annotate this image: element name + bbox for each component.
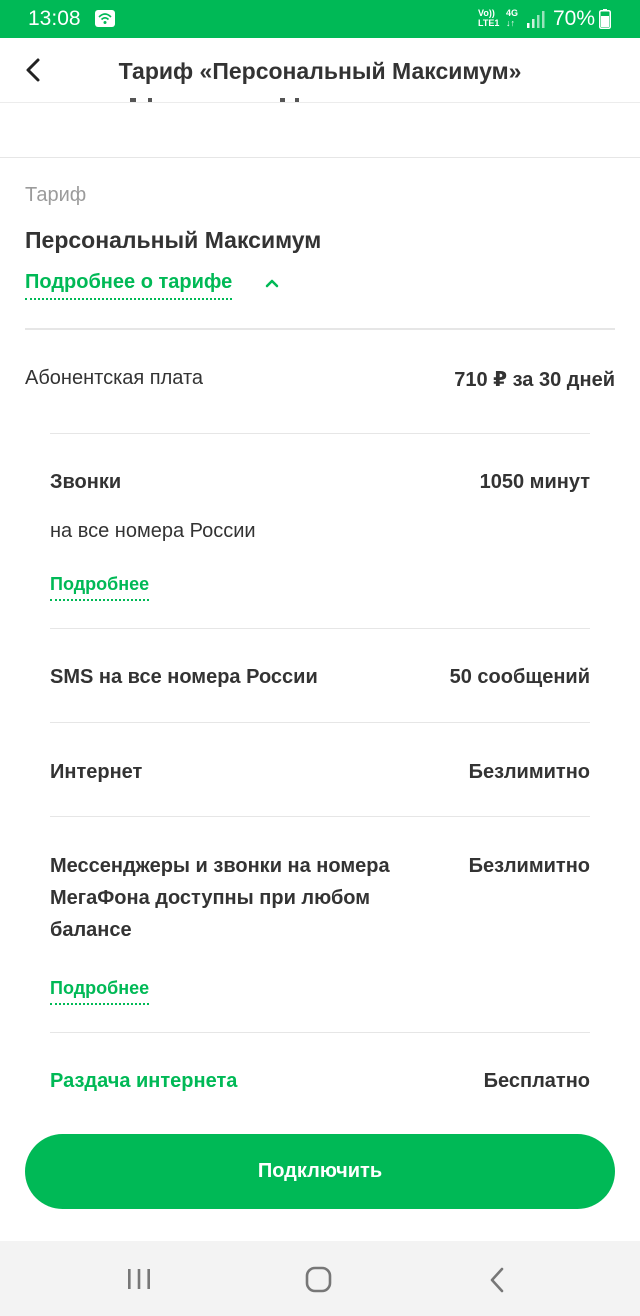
calls-value: 1050 минут <box>479 471 590 493</box>
home-icon[interactable] <box>305 1266 332 1293</box>
lte-label: LTE1 <box>478 18 500 28</box>
scrolled-text-fragment <box>130 98 299 102</box>
messengers-details-link[interactable]: Подробнее <box>50 978 150 1005</box>
subscription-fee-value: 710 ₽ за 30 дней <box>454 369 615 391</box>
divider <box>50 816 590 817</box>
section-divider <box>0 157 640 158</box>
sms-label: SMS на все номера России <box>50 666 318 688</box>
connect-button[interactable]: Подключить <box>25 1134 615 1209</box>
page-title: Тариф «Персональный Максимум» <box>118 58 522 84</box>
system-nav-bar <box>0 1241 640 1316</box>
messengers-label: Мессенджеры и звонки на номера МегаФона … <box>50 855 390 941</box>
calls-label: Звонки <box>50 471 122 493</box>
data-arrows-icon: ↓↑ <box>506 18 515 28</box>
nav-back-icon[interactable] <box>488 1266 506 1294</box>
divider <box>50 433 590 434</box>
calls-details-link[interactable]: Подробнее <box>50 574 150 601</box>
divider <box>25 328 615 330</box>
wifi-icon <box>95 10 115 27</box>
messengers-value: Безлимитно <box>468 855 590 877</box>
tariff-name: Персональный Максимум <box>25 227 322 253</box>
internet-sharing-label[interactable]: Раздача интернета <box>50 1065 237 1097</box>
network-type: 4G ↓↑ <box>506 8 518 28</box>
calls-subtitle: на все номера России <box>50 520 256 542</box>
divider <box>50 628 590 629</box>
recent-apps-icon[interactable] <box>126 1268 152 1290</box>
battery-icon <box>599 9 611 29</box>
chevron-up-icon[interactable] <box>264 276 280 290</box>
internet-sharing-value: Бесплатно <box>483 1070 590 1092</box>
network-indicator: Vo)) LTE1 <box>478 8 499 28</box>
signal-icon <box>527 11 545 28</box>
battery-percent: 70% <box>553 7 596 30</box>
sms-value: 50 сообщений <box>449 666 590 688</box>
internet-label: Интернет <box>50 761 143 783</box>
status-time: 13:08 <box>28 7 81 30</box>
divider <box>50 1032 590 1033</box>
status-bar: 13:08 Vo)) LTE1 4G ↓↑ 70% <box>0 0 640 38</box>
app-header: Тариф «Персональный Максимум» <box>0 38 640 103</box>
subscription-fee-label: Абонентская плата <box>25 367 204 389</box>
tariff-caption: Тариф <box>25 184 87 206</box>
tariff-details-link[interactable]: Подробнее о тарифе <box>25 271 233 300</box>
volte-label: Vo)) <box>478 8 495 18</box>
internet-value: Безлимитно <box>468 761 590 783</box>
divider <box>50 722 590 723</box>
network-type-label: 4G <box>506 8 519 18</box>
